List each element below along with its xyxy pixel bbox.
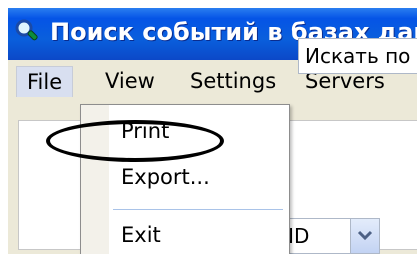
menu-item-export[interactable]: Export... [121,165,210,189]
print-highlight-ellipse [46,120,224,162]
menu-separator [113,209,283,210]
menu-file[interactable]: File [16,66,74,97]
combo-dropdown-button[interactable] [350,219,379,253]
menu-settings[interactable]: Settings [190,66,276,96]
chevron-down-icon [357,230,373,241]
menu-item-exit[interactable]: Exit [121,223,161,247]
menu-view[interactable]: View [105,66,155,96]
app-window: Поиск событий в базах данн File View Set… [8,8,417,254]
magnifier-icon [15,19,38,41]
search-criteria-field[interactable]: Искать по т [298,38,417,74]
